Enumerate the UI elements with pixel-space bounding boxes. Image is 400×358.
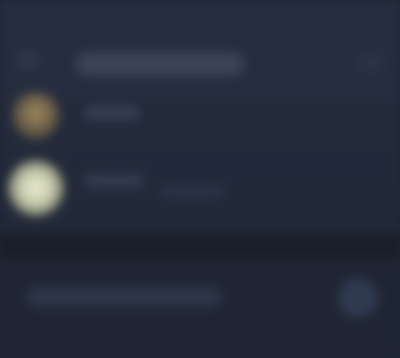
page-title bbox=[76, 52, 244, 76]
avatar bbox=[12, 92, 60, 140]
list-item-meta bbox=[160, 186, 224, 196]
blurred-screen bbox=[0, 0, 400, 358]
avatar bbox=[8, 160, 64, 216]
section-divider bbox=[0, 234, 400, 258]
bottom-label bbox=[26, 286, 222, 308]
list-item[interactable] bbox=[0, 88, 400, 152]
list-item[interactable] bbox=[0, 152, 400, 224]
top-bar bbox=[0, 0, 400, 100]
action-icon[interactable] bbox=[338, 278, 378, 318]
list-item-name bbox=[84, 106, 140, 120]
back-arrow-icon[interactable] bbox=[18, 52, 38, 68]
list-item-name bbox=[84, 174, 144, 188]
more-options-icon[interactable] bbox=[356, 54, 384, 72]
bottom-bar bbox=[0, 258, 400, 358]
